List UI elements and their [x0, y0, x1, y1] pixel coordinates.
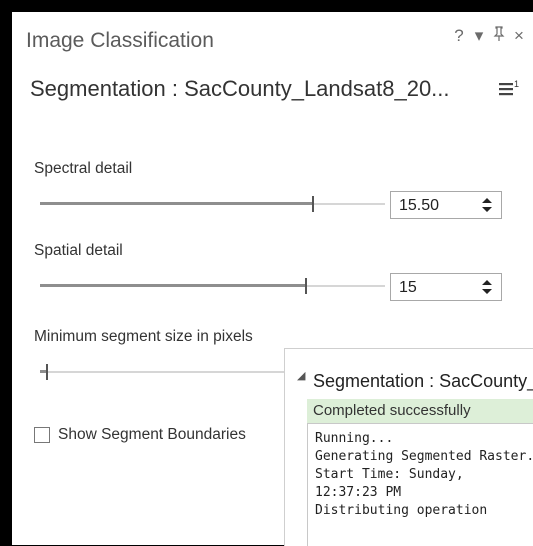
window-frame — [0, 0, 533, 12]
slider-fill — [40, 284, 306, 287]
help-icon[interactable]: ? — [451, 26, 467, 47]
collapse-triangle-icon[interactable]: ◢ — [297, 369, 305, 382]
show-segment-boundaries-checkbox[interactable] — [34, 427, 50, 443]
close-icon[interactable]: × — [511, 26, 527, 47]
spectral-detail-spinner[interactable] — [390, 191, 502, 220]
show-segment-boundaries-label: Show Segment Boundaries — [58, 426, 246, 443]
pin-icon[interactable] — [491, 26, 507, 47]
progress-log: Running... Generating Segmented Raster..… — [307, 423, 533, 546]
slider-thumb[interactable] — [305, 278, 307, 294]
slider-fill — [40, 202, 313, 205]
spin-arrows-icon[interactable] — [481, 196, 493, 214]
spatial-detail-label: Spatial detail — [34, 242, 123, 259]
min-segment-size-label: Minimum segment size in pixels — [34, 328, 253, 345]
spatial-detail-spinner[interactable] — [390, 273, 502, 302]
log-line: Generating Segmented Raster... — [315, 449, 533, 464]
show-segment-boundaries-option[interactable]: Show Segment Boundaries — [34, 426, 246, 444]
spatial-detail-input[interactable] — [391, 274, 481, 302]
segmentation-subtitle: Segmentation : SacCounty_Landsat8_20... — [30, 76, 450, 101]
spin-arrows-icon[interactable] — [481, 278, 493, 296]
spectral-detail-label: Spectral detail — [34, 160, 133, 177]
log-line: 12:37:23 PM — [315, 485, 402, 500]
spatial-detail-slider[interactable] — [40, 278, 385, 294]
slider-thumb[interactable] — [312, 196, 314, 212]
list-numbered-icon[interactable]: 1 — [499, 78, 521, 98]
log-line: Distributing operation — [315, 503, 488, 518]
log-line: Start Time: Sunday, — [315, 467, 464, 482]
spectral-detail-slider[interactable] — [40, 196, 385, 212]
pane-controls: ? ▾ × — [451, 26, 527, 47]
segmentation-progress-popup: ◢ Segmentation : SacCounty_Landsat8 Comp… — [284, 348, 533, 546]
log-line: Running... — [315, 431, 394, 446]
svg-text:1: 1 — [514, 79, 519, 89]
spectral-detail-input[interactable] — [391, 192, 481, 220]
pane-title: Image Classification — [26, 29, 214, 52]
status-badge: Completed successfully — [307, 399, 533, 423]
slider-thumb[interactable] — [46, 364, 48, 380]
popup-title: Segmentation : SacCounty_Landsat8 — [313, 371, 533, 391]
chevron-down-icon[interactable]: ▾ — [471, 26, 487, 47]
